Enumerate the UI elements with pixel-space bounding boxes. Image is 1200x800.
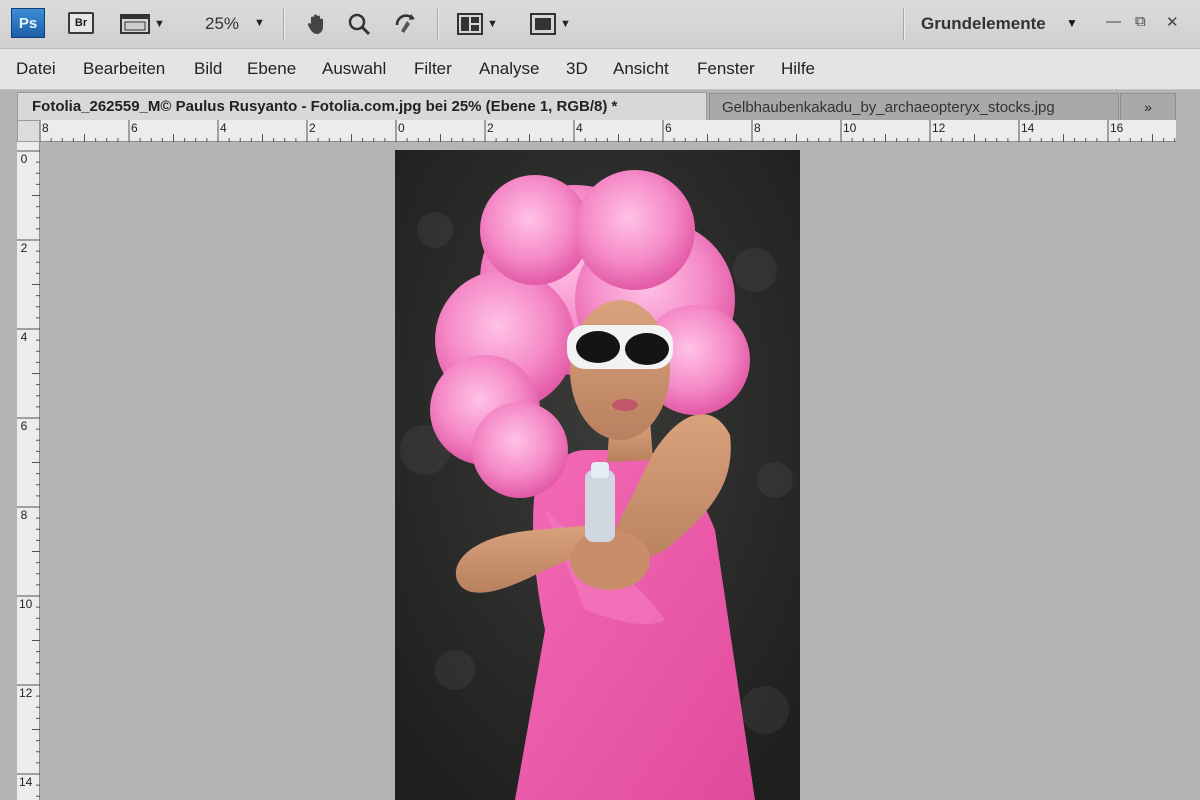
rotate-view-icon (395, 14, 415, 33)
hand-icon (307, 14, 323, 34)
screen-mode-button[interactable]: ▼ (530, 10, 571, 38)
ruler-label: 6 (20, 419, 28, 433)
rotate-view-tool-button[interactable] (393, 10, 419, 38)
ruler-label: 8 (754, 121, 761, 135)
chevron-down-icon: ▼ (154, 18, 165, 30)
menu-ansicht[interactable]: Ansicht (613, 59, 669, 79)
zoom-tool-button[interactable] (347, 10, 371, 38)
arrange-documents-icon (457, 13, 483, 35)
workspace-switcher[interactable]: Grundelemente (921, 14, 1046, 34)
ruler-label: 4 (20, 330, 28, 344)
application-bar: Ps Br ▼ 25% ▼ ▼ ▼ Grundelemente ▼ — ⧉ ✕ (0, 0, 1200, 49)
divider (283, 8, 285, 40)
document-tab-bar: Fotolia_262559_M© Paulus Rusyanto - Foto… (0, 90, 1200, 120)
more-tabs-button[interactable]: » (1120, 93, 1176, 120)
ruler-ticks (40, 120, 1176, 142)
zoom-level[interactable]: 25% (205, 14, 239, 34)
ruler-label: 6 (131, 121, 138, 135)
minimize-icon[interactable]: — (1106, 13, 1121, 30)
menu-analyse[interactable]: Analyse (479, 59, 539, 79)
tab-label: Fotolia_262559_M© Paulus Rusyanto - Foto… (32, 98, 618, 115)
menu-ebene[interactable]: Ebene (247, 59, 296, 79)
menu-3d[interactable]: 3D (566, 59, 588, 79)
close-icon[interactable]: ✕ (1166, 13, 1179, 31)
menu-bild[interactable]: Bild (194, 59, 222, 79)
photo-woman-pink-afro (395, 150, 800, 800)
zoom-icon (348, 13, 371, 36)
screen-mode-dropdown[interactable]: ▼ (120, 10, 165, 38)
screen-mode-icon (530, 13, 556, 35)
ruler-label: 4 (220, 121, 227, 135)
ruler-label: 14 (1021, 121, 1035, 135)
divider (903, 8, 905, 40)
tab-active-document[interactable]: Fotolia_262559_M© Paulus Rusyanto - Foto… (17, 92, 707, 120)
ruler-label: 0 (20, 152, 28, 166)
arrange-documents-dropdown[interactable]: ▼ (457, 10, 498, 38)
ruler-label: 2 (309, 121, 316, 135)
chevron-down-icon: ▼ (560, 18, 571, 30)
menu-auswahl[interactable]: Auswahl (322, 59, 386, 79)
ruler-label: 2 (487, 121, 494, 135)
menu-bearbeiten[interactable]: Bearbeiten (83, 59, 165, 79)
menu-datei[interactable]: Datei (16, 59, 56, 79)
chevron-down-icon[interactable]: ▼ (254, 17, 265, 29)
menu-hilfe[interactable]: Hilfe (781, 59, 815, 79)
horizontal-ruler[interactable]: 8 6 4 2 0 2 4 6 8 10 12 14 16 (40, 120, 1176, 142)
ruler-label: 12 (932, 121, 946, 135)
menu-bar: Datei Bearbeiten Bild Ebene Auswahl Filt… (0, 49, 1200, 90)
hand-tool-button[interactable] (305, 10, 329, 38)
restore-icon[interactable]: ⧉ (1135, 13, 1146, 30)
ruler-label: 10 (843, 121, 857, 135)
vertical-ruler[interactable]: 0 2 4 6 8 10 12 14 (17, 142, 40, 800)
film-strip-icon (120, 14, 150, 34)
chevron-down-icon[interactable]: ▼ (1066, 16, 1078, 30)
tab-inactive-document[interactable]: Gelbhaubenkakadu_by_archaeopteryx_stocks… (709, 93, 1119, 120)
menu-fenster[interactable]: Fenster (697, 59, 755, 79)
ruler-label: 2 (20, 241, 28, 255)
ruler-label: 4 (576, 121, 583, 135)
photoshop-logo[interactable]: Ps (11, 8, 45, 38)
menu-filter[interactable]: Filter (414, 59, 452, 79)
ruler-label: 8 (42, 121, 49, 135)
ruler-label: 10 (19, 597, 33, 611)
ruler-label: 12 (19, 686, 33, 700)
ruler-label: 14 (19, 775, 33, 789)
ruler-origin[interactable] (17, 120, 40, 142)
ruler-label: 6 (665, 121, 672, 135)
bridge-button[interactable]: Br (68, 12, 94, 34)
document-image[interactable] (395, 150, 800, 800)
ruler-label: 8 (20, 508, 28, 522)
chevron-down-icon: ▼ (487, 18, 498, 30)
tab-label: Gelbhaubenkakadu_by_archaeopteryx_stocks… (722, 99, 1055, 116)
ruler-label: 0 (398, 121, 405, 135)
divider (437, 8, 439, 40)
right-panel-edge (1176, 90, 1200, 800)
ruler-label: 16 (1110, 121, 1124, 135)
